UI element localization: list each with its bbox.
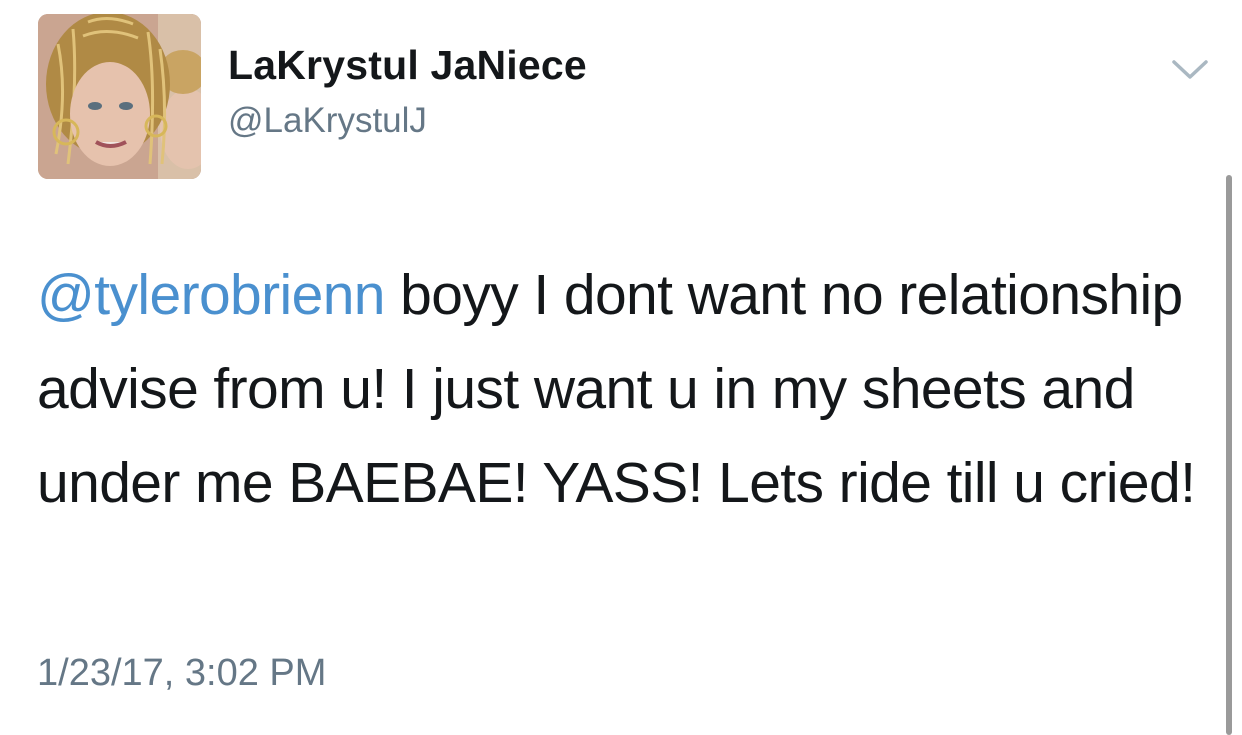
author-handle[interactable]: @LaKrystulJ bbox=[228, 101, 427, 141]
tweet-text: @tylerobrienn boyy I dont want no relati… bbox=[37, 248, 1197, 530]
scrollbar[interactable] bbox=[1226, 175, 1232, 735]
tweet-timestamp[interactable]: 1/23/17, 3:02 PM bbox=[37, 652, 326, 695]
author-display-name[interactable]: LaKrystul JaNiece bbox=[228, 42, 587, 89]
profile-photo-icon bbox=[38, 14, 201, 179]
mention-link[interactable]: @tylerobrienn bbox=[37, 263, 386, 327]
avatar[interactable] bbox=[38, 14, 201, 179]
chevron-down-icon[interactable] bbox=[1170, 56, 1210, 84]
